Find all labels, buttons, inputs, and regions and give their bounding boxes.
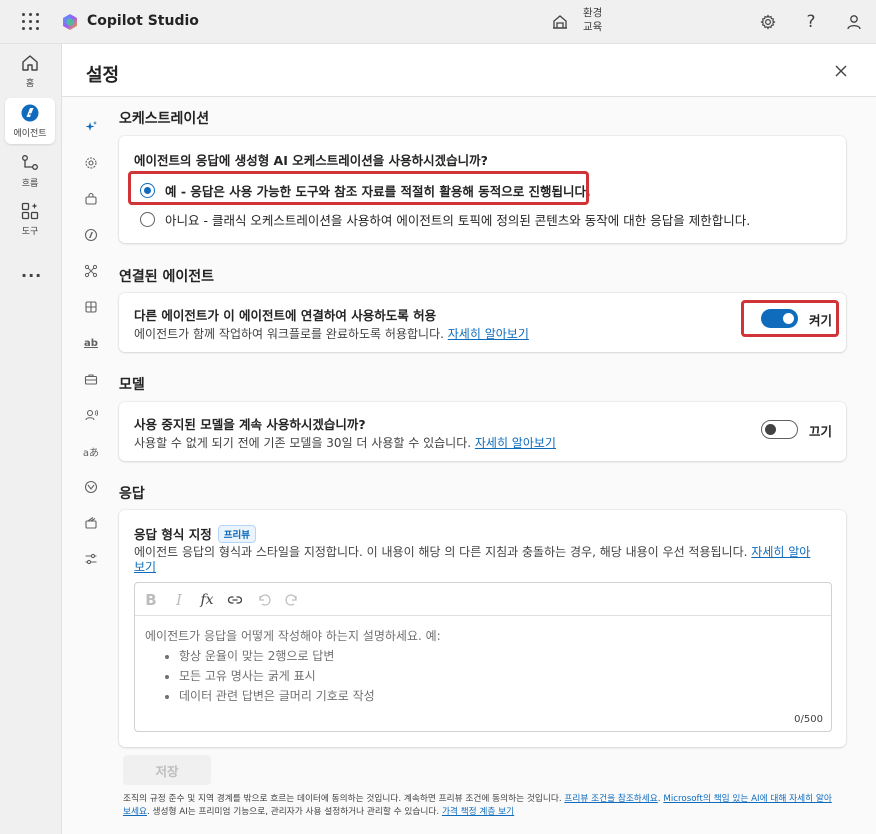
environment-label: 환경 — [583, 7, 603, 19]
more-options-icon[interactable]: ··· — [21, 266, 42, 285]
model-card: 사용 중지된 모델을 계속 사용하시겠습니까? 사용할 수 없게 되기 전에 기… — [119, 402, 846, 461]
voice-icon[interactable] — [82, 406, 100, 424]
toolbox-icon[interactable] — [82, 370, 100, 388]
nav-item-tools[interactable]: 도구 — [5, 196, 55, 242]
orchestration-option-no[interactable]: 아니요 - 클래식 오케스트레이션을 사용하여 에이전트의 토픽에 정의된 콘텐… — [140, 210, 750, 229]
text-ab-icon[interactable]: ab — [82, 334, 100, 352]
orchestration-question: 에이전트의 응답에 생성형 AI 오케스트레이션을 사용하시겠습니까? — [134, 153, 488, 168]
response-format-editor[interactable]: B I fx 에이전트가 응답을 어떻게 작성해야 하는지 설명하세요. 예: — [134, 582, 832, 732]
model-toggle[interactable] — [761, 420, 798, 439]
connected-agents-title: 다른 에이전트가 이 에이전트에 연결하여 사용하도록 허용 — [134, 308, 437, 323]
radio-no[interactable] — [140, 212, 155, 227]
security-icon[interactable] — [82, 478, 100, 496]
highlight-box-yes — [128, 171, 589, 205]
model-learn-more-link[interactable]: 자세히 알아보기 — [475, 436, 556, 450]
italic-icon[interactable]: I — [170, 591, 188, 609]
connected-agents-icon[interactable] — [82, 262, 100, 280]
redo-icon[interactable] — [283, 591, 301, 609]
bold-icon[interactable]: B — [142, 591, 160, 609]
editor-toolbar: B I fx — [135, 583, 831, 616]
placeholder-item: 항상 운율이 맞는 2행으로 답변 — [179, 646, 441, 666]
model-desc-text: 사용할 수 없게 되기 전에 기존 모델을 30일 더 사용할 수 있습니다. — [134, 436, 472, 450]
response-format-title-text: 응답 형식 지정 — [134, 527, 212, 542]
placeholder-list: 항상 운율이 맞는 2행으로 답변 모든 고유 명사는 굵게 표시 데이터 관련… — [179, 646, 441, 706]
home-icon — [22, 55, 38, 71]
nav-label-flows: 흐름 — [21, 179, 39, 189]
preview-badge: 프리뷰 — [217, 525, 256, 543]
environment-selector[interactable]: 환경 교육 — [583, 6, 602, 34]
footer-text-1: 조직의 규정 준수 및 지역 경계를 밖으로 흐르는 데이터에 동의하는 것입니… — [123, 794, 562, 804]
response-section-title: 응답 — [119, 486, 145, 502]
orchestration-card: 에이전트의 응답에 생성형 AI 오케스트레이션을 사용하시겠습니까? 예 - … — [119, 136, 846, 243]
undo-icon[interactable] — [255, 591, 273, 609]
model-title: 사용 중지된 모델을 계속 사용하시겠습니까? — [134, 417, 366, 432]
connected-agents-learn-more-link[interactable]: 자세히 알아보기 — [448, 327, 529, 341]
response-card: 응답 형식 지정 프리뷰 에이전트 응답의 형식과 스타일을 지정합니다. 이 내… — [119, 510, 846, 747]
environment-name: 교육 — [583, 21, 603, 33]
model-description: 사용할 수 없게 되기 전에 기존 모델을 30일 더 사용할 수 있습니다. … — [134, 434, 556, 451]
left-navigation: 홈 에이전트 흐름 도구 ··· — [0, 44, 61, 834]
placeholder-item: 데이터 관련 답변은 글머리 기호로 작성 — [179, 686, 441, 706]
bag-icon[interactable] — [82, 190, 100, 208]
agent-icon — [21, 104, 39, 122]
account-icon[interactable] — [844, 12, 864, 32]
model-section-title: 모델 — [119, 377, 145, 393]
response-learn-more-link-2[interactable]: 보기 — [134, 560, 156, 574]
channel-icon[interactable] — [82, 514, 100, 532]
responsible-ai-link[interactable]: Microsoft의 책임 있는 AI에 대해 자세히 알아 — [663, 794, 832, 804]
responsible-ai-link-2[interactable]: 보세요 — [123, 807, 147, 817]
tools-icon — [21, 202, 39, 220]
help-icon[interactable]: ? — [801, 12, 821, 32]
character-counter: 0/500 — [794, 714, 823, 725]
response-learn-more-link[interactable]: 자세히 알아 — [751, 545, 810, 559]
response-format-title: 응답 형식 지정 프리뷰 — [134, 524, 256, 543]
grid-icon[interactable] — [82, 298, 100, 316]
formula-fx-icon[interactable]: fx — [198, 591, 216, 609]
flow-icon — [22, 155, 38, 170]
editor-placeholder: 에이전트가 응답을 어떻게 작성해야 하는지 설명하세요. 예: 항상 운율이 … — [145, 626, 441, 706]
settings-panel: 설정 ab aあ 오케스트레이션 에이전트의 응답에 생성형 AI 오케스트레이… — [61, 44, 876, 834]
save-button[interactable]: 저장 — [123, 755, 211, 785]
nav-item-home[interactable]: 홈 — [5, 48, 55, 94]
copilot-studio-logo — [63, 14, 77, 30]
link-icon[interactable] — [226, 591, 244, 609]
settings-gear-icon[interactable] — [758, 12, 778, 32]
footer-disclaimer: 조직의 규정 준수 및 지역 경계를 밖으로 흐르는 데이터에 동의하는 것입니… — [123, 794, 832, 817]
highlight-box-toggle — [741, 300, 839, 337]
preview-terms-link[interactable]: 프리뷰 조건을 참조하세요 — [564, 794, 657, 804]
footer-text-2: . 생성형 AI는 프리미엄 기능으로, 관리자가 사용 설정하거나 관리할 수… — [146, 806, 440, 817]
response-desc-text: 에이전트 응답의 형식과 스타일을 지정합니다. 이 내용이 해당 의 다른 지… — [134, 545, 748, 559]
nav-item-agents[interactable]: 에이전트 — [5, 98, 55, 144]
response-description: 에이전트 응답의 형식과 스타일을 지정합니다. 이 내용이 해당 의 다른 지… — [134, 545, 834, 575]
connected-agents-card: 다른 에이전트가 이 에이전트에 연결하여 사용하도록 허용 에이전트가 함께 … — [119, 293, 846, 352]
nav-item-flows[interactable]: 흐름 — [5, 148, 55, 194]
nav-label-agents: 에이전트 — [13, 129, 47, 139]
placeholder-intro: 에이전트가 응답을 어떻게 작성해야 하는지 설명하세요. 예: — [145, 629, 441, 643]
app-title[interactable]: Copilot Studio — [87, 13, 199, 29]
connected-agents-desc-text: 에이전트가 함께 작업하여 워크플로를 완료하도록 허용합니다. — [134, 327, 444, 341]
settings-gear-icon[interactable] — [82, 154, 100, 172]
app-launcher-icon[interactable] — [22, 13, 40, 31]
panel-title: 설정 — [86, 65, 120, 86]
model-toggle-label: 끄기 — [809, 424, 833, 439]
orchestration-sparkle-icon[interactable] — [82, 118, 100, 136]
close-icon[interactable] — [832, 62, 850, 80]
environment-icon[interactable] — [551, 13, 569, 31]
nav-label-home: 홈 — [25, 79, 35, 89]
translate-icon[interactable]: aあ — [82, 442, 100, 460]
pricing-tier-link[interactable]: 가격 책정 계층 보기 — [442, 807, 514, 817]
settings-body: ab aあ 오케스트레이션 에이전트의 응답에 생성형 AI 오케스트레이션을 … — [62, 97, 876, 834]
connected-agents-section-title: 연결된 에이전트 — [119, 269, 215, 285]
advanced-sliders-icon[interactable] — [82, 550, 100, 568]
placeholder-item: 모든 고유 명사는 굵게 표시 — [179, 666, 441, 686]
top-bar: Copilot Studio 환경 교육 ? — [0, 0, 876, 44]
option-no-label: 아니요 - 클래식 오케스트레이션을 사용하여 에이전트의 토픽에 정의된 콘텐… — [165, 213, 751, 228]
orchestration-section-title: 오케스트레이션 — [119, 111, 210, 127]
nav-label-tools: 도구 — [21, 227, 39, 237]
connected-agents-description: 에이전트가 함께 작업하여 워크플로를 완료하도록 허용합니다. 자세히 알아보… — [134, 325, 529, 342]
agent-outline-icon[interactable] — [82, 226, 100, 244]
